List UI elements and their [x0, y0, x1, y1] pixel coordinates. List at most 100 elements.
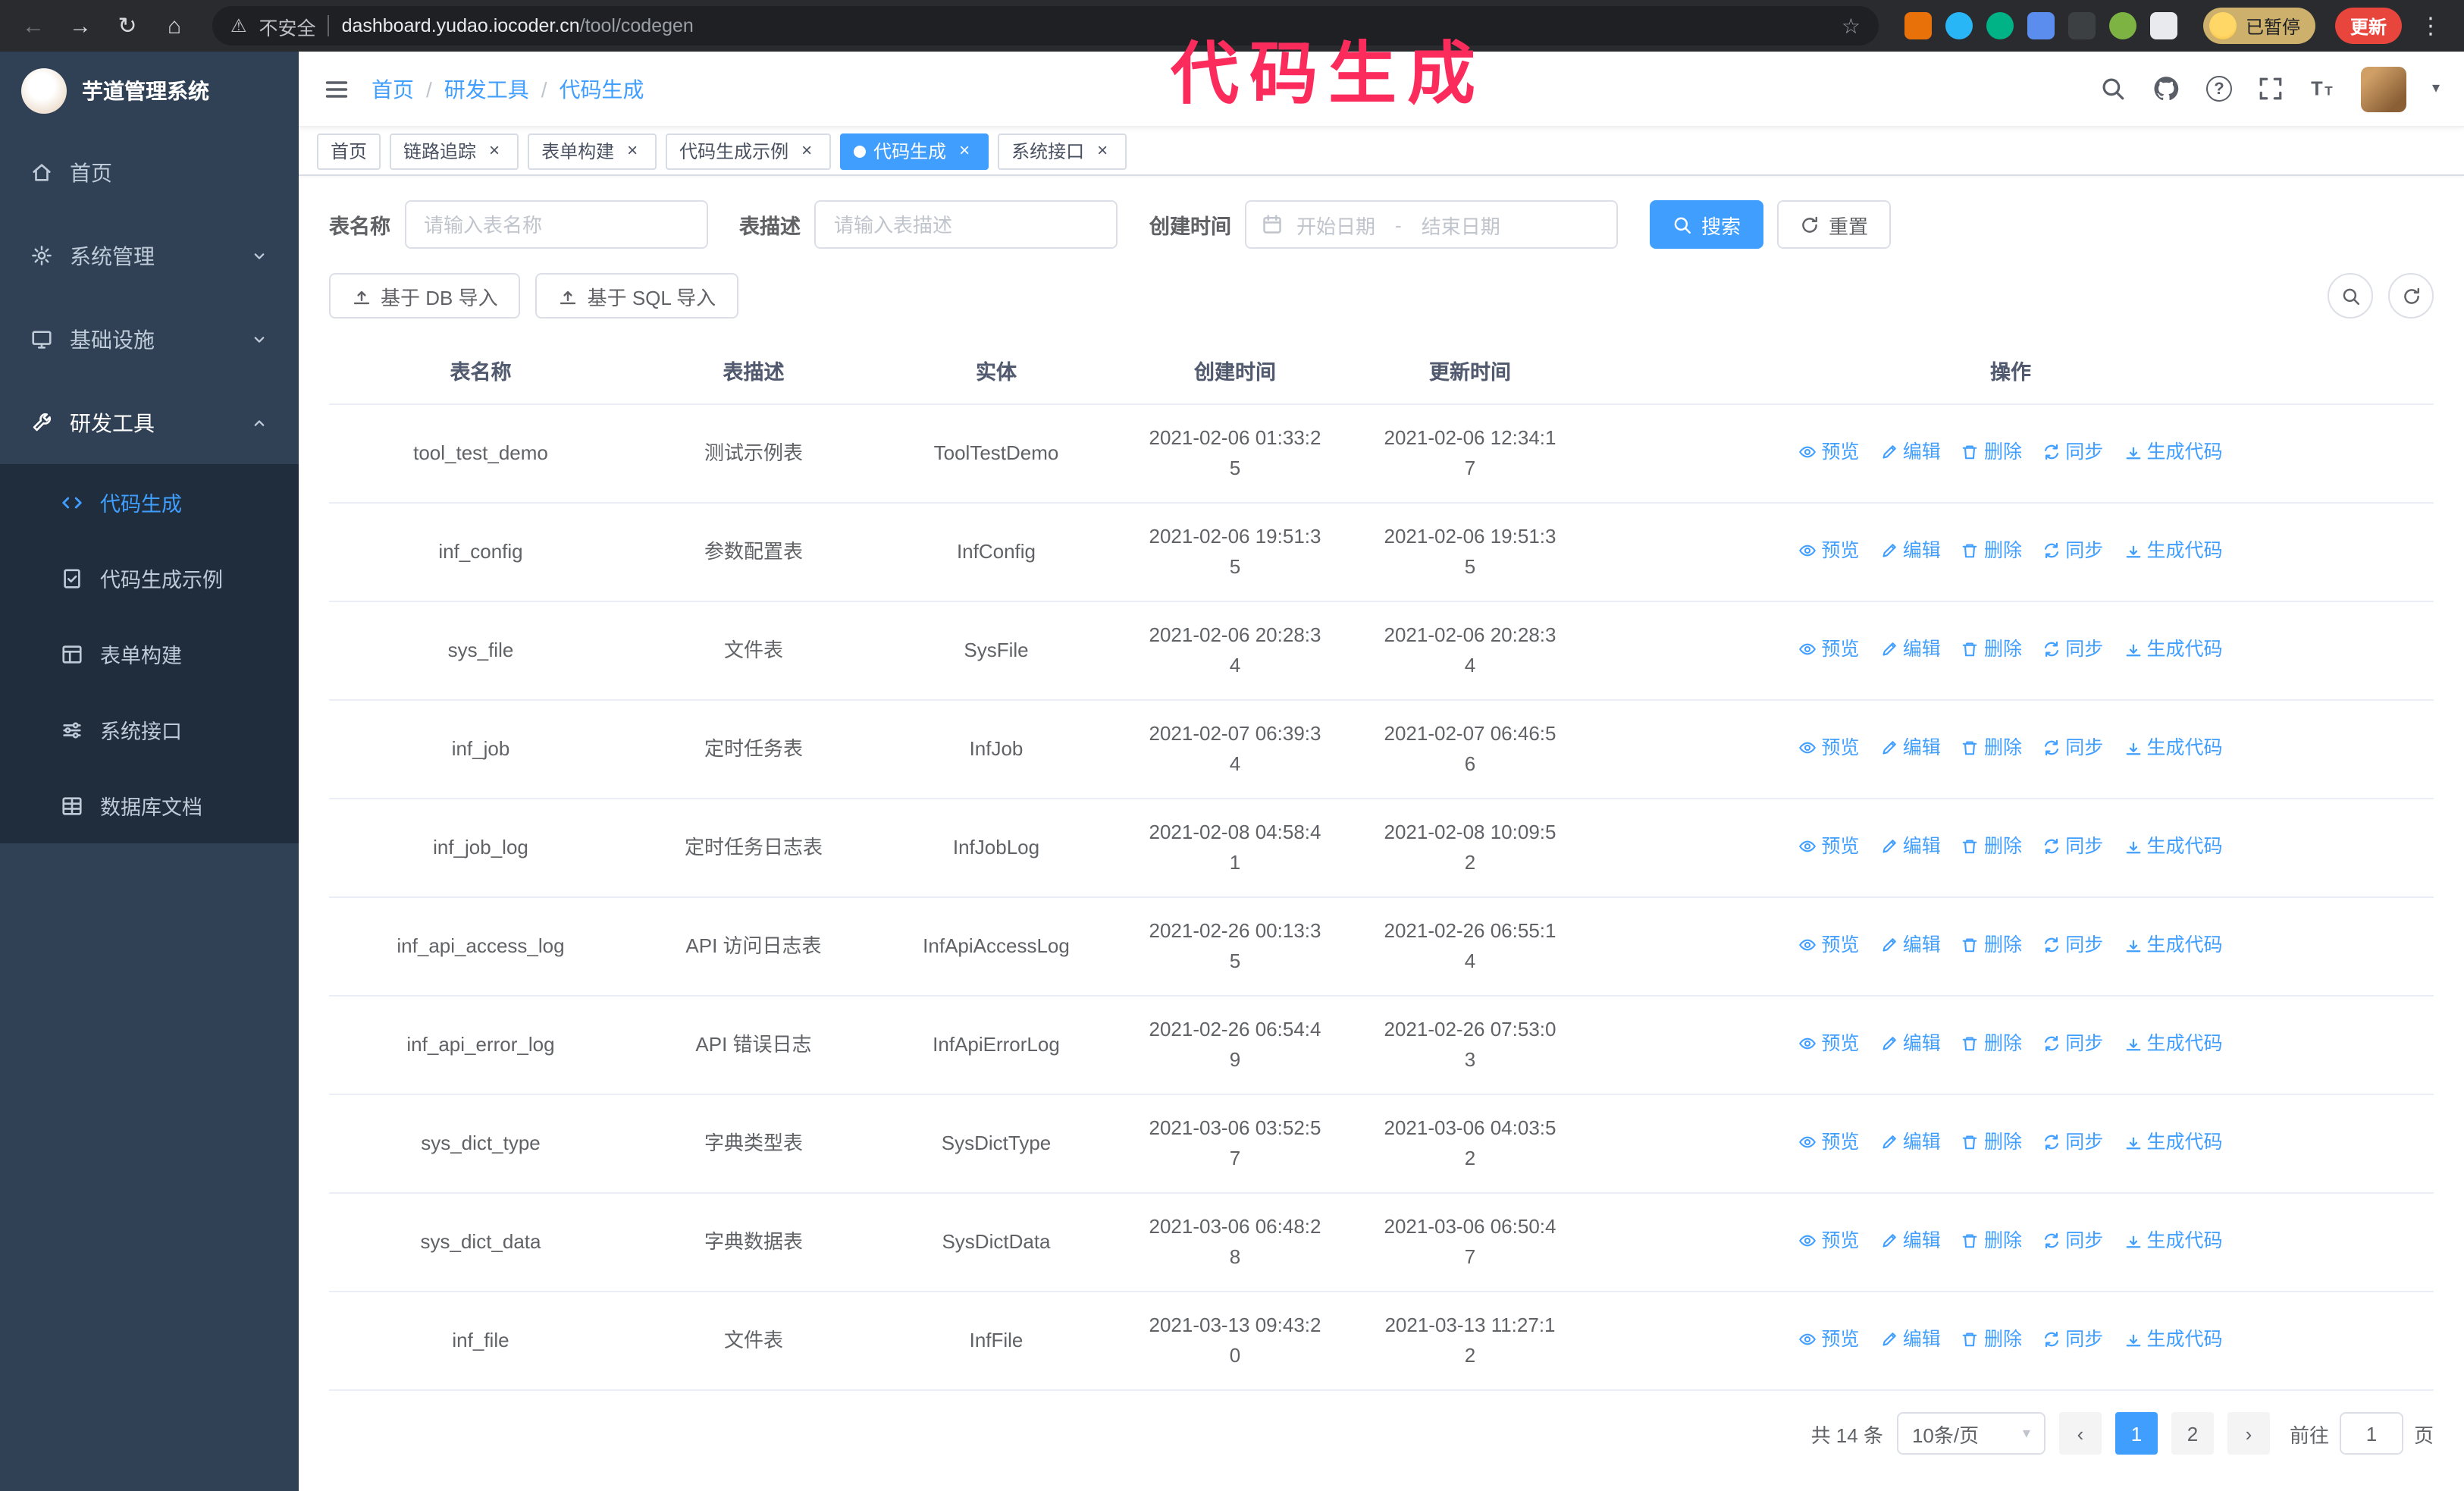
edit-link[interactable]: 编辑 — [1880, 437, 1941, 467]
import-db-button[interactable]: 基于 DB 导入 — [329, 273, 521, 319]
extensions-puzzle-icon[interactable] — [2149, 12, 2177, 39]
generate-code-link[interactable]: 生成代码 — [2124, 1127, 2223, 1157]
generate-code-link[interactable]: 生成代码 — [2124, 831, 2223, 862]
delete-link[interactable]: 删除 — [1961, 1226, 2022, 1256]
extension-icon-1[interactable] — [1904, 12, 1932, 39]
table-row[interactable]: sys_file 文件表 SysFile 2021-02-06 20:28:34… — [329, 601, 2434, 701]
tab-system-api[interactable]: 系统接口 × — [998, 133, 1127, 169]
sidebar-item-form-builder[interactable]: 表单构建 — [0, 616, 299, 692]
table-row[interactable]: inf_api_access_log API 访问日志表 InfApiAcces… — [329, 897, 2434, 997]
sync-link[interactable]: 同步 — [2042, 1127, 2103, 1157]
sidebar-toggle-icon[interactable] — [323, 75, 350, 102]
search-icon[interactable] — [2100, 76, 2126, 102]
sync-link[interactable]: 同步 — [2042, 634, 2103, 664]
breadcrumb-devtools[interactable]: 研发工具 — [444, 74, 529, 104]
generate-code-link[interactable]: 生成代码 — [2124, 535, 2223, 566]
edit-link[interactable]: 编辑 — [1880, 1028, 1941, 1059]
edit-link[interactable]: 编辑 — [1880, 1226, 1941, 1256]
preview-link[interactable]: 预览 — [1798, 535, 1859, 566]
extension-icon-6[interactable] — [2108, 12, 2136, 39]
sync-link[interactable]: 同步 — [2042, 437, 2103, 467]
generate-code-link[interactable]: 生成代码 — [2124, 1324, 2223, 1354]
import-sql-button[interactable]: 基于 SQL 导入 — [535, 273, 739, 319]
toggle-search-button[interactable] — [2328, 273, 2373, 319]
sync-link[interactable]: 同步 — [2042, 930, 2103, 960]
browser-update-button[interactable]: 更新 — [2334, 8, 2402, 44]
github-icon[interactable] — [2152, 74, 2180, 103]
edit-link[interactable]: 编辑 — [1880, 733, 1941, 763]
preview-link[interactable]: 预览 — [1798, 1028, 1859, 1059]
table-row[interactable]: inf_file 文件表 InfFile 2021-03-13 09:43:20… — [329, 1292, 2434, 1391]
table-row[interactable]: tool_test_demo 测试示例表 ToolTestDemo 2021-0… — [329, 404, 2434, 504]
user-avatar[interactable] — [2360, 66, 2406, 111]
preview-link[interactable]: 预览 — [1798, 1226, 1859, 1256]
sync-link[interactable]: 同步 — [2042, 1226, 2103, 1256]
sidebar-item-system[interactable]: 系统管理 — [0, 214, 299, 297]
table-row[interactable]: sys_dict_type 字典类型表 SysDictType 2021-03-… — [329, 1094, 2434, 1194]
preview-link[interactable]: 预览 — [1798, 831, 1859, 862]
browser-forward-icon[interactable]: → — [62, 8, 99, 44]
profile-paused-badge[interactable]: 已暂停 — [2202, 8, 2315, 44]
tab-codegen-example[interactable]: 代码生成示例 × — [666, 133, 832, 169]
help-icon[interactable]: ? — [2205, 76, 2232, 102]
close-icon[interactable]: × — [954, 140, 975, 162]
delete-link[interactable]: 删除 — [1961, 1324, 2022, 1354]
date-range-picker[interactable]: 开始日期 - 结束日期 — [1245, 200, 1618, 249]
preview-link[interactable]: 预览 — [1798, 1127, 1859, 1157]
table-desc-input[interactable] — [814, 200, 1118, 249]
sync-link[interactable]: 同步 — [2042, 1324, 2103, 1354]
delete-link[interactable]: 删除 — [1961, 930, 2022, 960]
avatar-caret-icon[interactable]: ▾ — [2432, 80, 2440, 97]
breadcrumb-home[interactable]: 首页 — [371, 74, 414, 104]
table-row[interactable]: inf_job_log 定时任务日志表 InfJobLog 2021-02-08… — [329, 799, 2434, 898]
preview-link[interactable]: 预览 — [1798, 634, 1859, 664]
sidebar-item-codegen-example[interactable]: 代码生成示例 — [0, 540, 299, 616]
page-size-select[interactable]: 10条/页 ▾ — [1896, 1412, 2045, 1455]
refresh-table-button[interactable] — [2388, 273, 2434, 319]
extension-icon-4[interactable] — [2027, 12, 2055, 39]
preview-link[interactable]: 预览 — [1798, 733, 1859, 763]
close-icon[interactable]: × — [1092, 140, 1113, 162]
browser-menu-icon[interactable]: ⋮ — [2412, 8, 2449, 44]
delete-link[interactable]: 删除 — [1961, 1028, 2022, 1059]
edit-link[interactable]: 编辑 — [1880, 930, 1941, 960]
delete-link[interactable]: 删除 — [1961, 733, 2022, 763]
sidebar-item-db-doc[interactable]: 数据库文档 — [0, 767, 299, 843]
sidebar-item-system-api[interactable]: 系统接口 — [0, 692, 299, 767]
page-button-1[interactable]: 1 — [2114, 1412, 2158, 1455]
delete-link[interactable]: 删除 — [1961, 634, 2022, 664]
fullscreen-icon[interactable] — [2258, 76, 2284, 102]
generate-code-link[interactable]: 生成代码 — [2124, 1226, 2223, 1256]
page-button-2[interactable]: 2 — [2171, 1412, 2214, 1455]
sync-link[interactable]: 同步 — [2042, 831, 2103, 862]
sidebar-item-infrastructure[interactable]: 基础设施 — [0, 297, 299, 381]
sync-link[interactable]: 同步 — [2042, 1028, 2103, 1059]
preview-link[interactable]: 预览 — [1798, 930, 1859, 960]
table-name-input[interactable] — [404, 200, 707, 249]
insecure-label[interactable]: 不安全 — [259, 11, 316, 40]
extension-icon-3[interactable] — [1986, 12, 2014, 39]
table-row[interactable]: inf_api_error_log API 错误日志 InfApiErrorLo… — [329, 996, 2434, 1095]
edit-link[interactable]: 编辑 — [1880, 1324, 1941, 1354]
browser-reload-icon[interactable]: ↻ — [109, 8, 146, 44]
delete-link[interactable]: 删除 — [1961, 831, 2022, 862]
sidebar-item-codegen[interactable]: 代码生成 — [0, 464, 299, 540]
tab-codegen[interactable]: 代码生成 × — [840, 133, 989, 169]
edit-link[interactable]: 编辑 — [1880, 535, 1941, 566]
table-row[interactable]: inf_config 参数配置表 InfConfig 2021-02-06 19… — [329, 503, 2434, 602]
generate-code-link[interactable]: 生成代码 — [2124, 437, 2223, 467]
extension-icon-2[interactable] — [1945, 12, 1973, 39]
table-row[interactable]: inf_job 定时任务表 InfJob 2021-02-07 06:39:34… — [329, 700, 2434, 799]
generate-code-link[interactable]: 生成代码 — [2124, 733, 2223, 763]
close-icon[interactable]: × — [796, 140, 817, 162]
delete-link[interactable]: 删除 — [1961, 535, 2022, 566]
generate-code-link[interactable]: 生成代码 — [2124, 930, 2223, 960]
search-button[interactable]: 搜索 — [1650, 200, 1764, 249]
sync-link[interactable]: 同步 — [2042, 733, 2103, 763]
goto-page-input[interactable] — [2339, 1412, 2403, 1455]
tab-form-builder[interactable]: 表单构建 × — [528, 133, 657, 169]
font-size-icon[interactable] — [2309, 76, 2335, 102]
generate-code-link[interactable]: 生成代码 — [2124, 634, 2223, 664]
edit-link[interactable]: 编辑 — [1880, 1127, 1941, 1157]
edit-link[interactable]: 编辑 — [1880, 634, 1941, 664]
